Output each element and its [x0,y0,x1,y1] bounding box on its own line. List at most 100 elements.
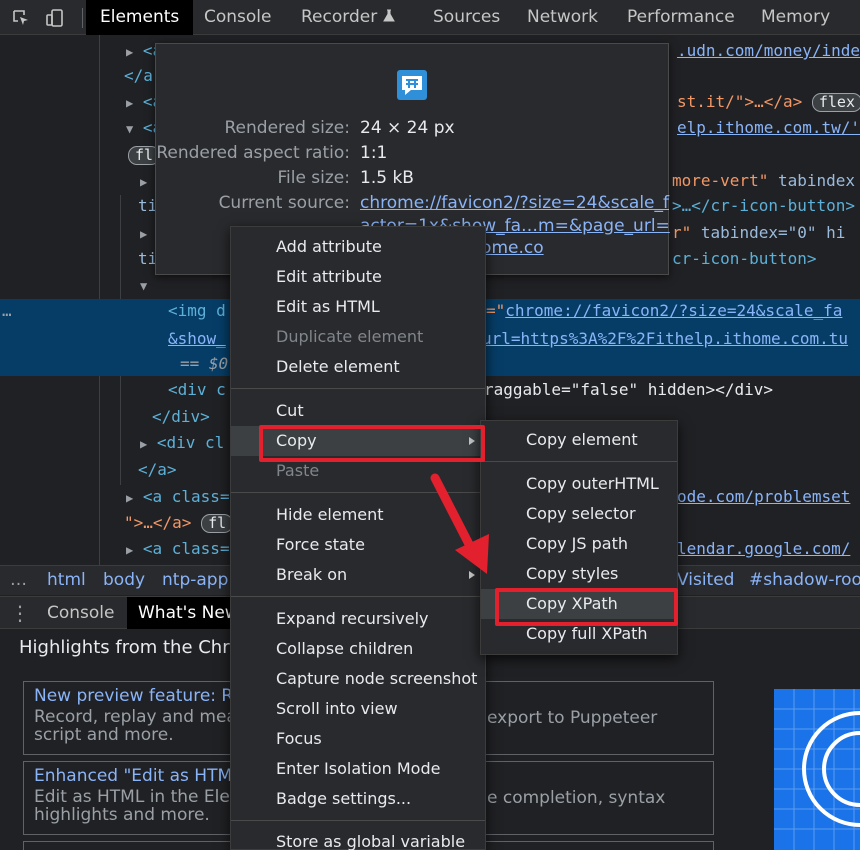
dom-line-text: <div cl [156,433,225,452]
preview-row-current-source: Current source: chrome://favicon2/?size=… [156,191,669,216]
dom-line[interactable]: </a> [138,457,177,482]
dom-line-text: hi [826,223,846,242]
breadcrumb-html[interactable]: html [47,570,86,590]
flex-badge[interactable]: flex [811,93,860,112]
copy-highlight-box [259,425,485,462]
dom-line-link[interactable]: elp.ithome.com.tw/' [677,115,860,140]
tab-sources[interactable]: Sources [433,0,500,35]
copy-xpath-highlight-box [495,588,678,626]
dom-line-text: <a class= [142,487,230,506]
menu-item-edit-as-html[interactable]: Edit as HTML [231,292,485,322]
favicon-preview-image [397,70,427,100]
preview-label: Current source: [218,193,350,213]
menu-item-enter-isolation-mode[interactable]: Enter Isolation Mode [231,754,485,784]
menu-item-copy-outerhtml[interactable]: Copy outerHTML [481,469,677,499]
favicon-src-link[interactable]: url=https%3A%2F%2Fithelp.ithome.com.tu [482,326,848,351]
dom-line[interactable]: ▼ [140,272,147,297]
breadcrumb-body[interactable]: body [103,570,145,590]
dom-line-tail[interactable]: >…</cr-icon-button> [672,193,855,218]
drawer-menu-icon[interactable]: ⋮ [10,601,30,625]
tab-memory[interactable]: Memory [761,0,830,35]
dom-line-link[interactable]: .udn.com/money/inde [677,38,860,63]
chrome-devtools-illustration [774,689,860,850]
dom-line-tail[interactable]: raggable="false" hidden></div> [484,377,773,402]
breadcrumb-shadow-root[interactable]: #shadow-roo [749,570,860,590]
card-desc-tail: e completion, syntax [487,788,666,808]
menu-item-duplicate-element: Duplicate element [276,327,424,346]
dom-line-tail[interactable]: st.it/">…</a> flex [677,89,860,114]
menu-item-copy-js-path[interactable]: Copy JS path [481,529,677,559]
favicon-src-link[interactable]: chrome://favicon2/?size=24&scale_fa [505,301,842,320]
menu-item-delete-element[interactable]: Delete element [231,352,485,382]
menu-separator [231,388,485,389]
menu-item-add-attribute[interactable]: Add attribute [231,232,485,262]
dom-line[interactable]: ">…</a> fl [124,510,234,535]
dom-line[interactable]: </div> [152,404,210,429]
preview-value: 1.5 kB [360,168,414,188]
device-toolbar-icon[interactable] [46,9,64,27]
dom-line-text: st.it/">…</a> [677,92,803,111]
tab-performance[interactable]: Performance [627,0,735,35]
card-title-link[interactable]: Enhanced "Edit as HTML [34,766,242,786]
dom-line[interactable]: <div c [168,377,226,402]
card-title-link[interactable]: New preview feature: Re [34,686,243,706]
devtools-tab-bar: Elements Console Recorder Sources Networ… [0,0,860,35]
tab-console[interactable]: Console [204,0,272,35]
dom-line[interactable]: </a [124,63,153,88]
preview-value: 24 × 24 px [360,118,455,138]
menu-separator [231,820,485,821]
dom-line-tail[interactable]: r" tabindex="0" hi [672,220,845,245]
menu-item-expand-recursively[interactable]: Expand recursively [231,604,485,634]
menu-item-collapse-children[interactable]: Collapse children [231,634,485,664]
dom-line-tail[interactable]: cr-icon-button> [672,246,817,271]
preview-row-aspect-ratio: Rendered aspect ratio: 1:1 [156,141,668,166]
menu-item-store-as-global-variable[interactable]: Store as global variable [231,827,485,850]
dom-line-link[interactable]: lendar.google.com/ [677,536,850,561]
menu-item-copy-selector[interactable]: Copy selector [481,499,677,529]
menu-item-edit-attribute[interactable]: Edit attribute [231,262,485,292]
selected-node-start[interactable]: <img d [168,298,226,323]
dom-line[interactable]: ▶ [140,220,147,245]
preview-label: Rendered aspect ratio: [156,143,350,163]
tab-network[interactable]: Network [527,0,598,35]
dom-line-link[interactable]: ode.com/problemset [677,484,850,509]
breadcrumb-overflow-dots[interactable]: … [10,570,27,590]
menu-separator [481,461,677,462]
menu-item-copy-element[interactable]: Copy element [481,425,677,455]
preview-value: 1:1 [360,143,388,163]
experiment-flask-icon [382,9,395,22]
whats-new-heading: Highlights from the Chrom [19,637,258,658]
dom-line-tail[interactable]: more-vert" tabindex [672,168,855,193]
dom-line-text: tabindex="0" [700,223,817,242]
drawer-tab-console[interactable]: Console [47,603,115,623]
dom-line-text: r" [672,223,692,242]
menu-item-copy-styles[interactable]: Copy styles [481,559,677,589]
tab-recorder[interactable]: Recorder [301,0,395,35]
flex-badge[interactable]: fl [201,514,234,533]
dom-line[interactable]: ▶ [140,168,147,193]
dom-line-text: =" [486,301,506,320]
console-ref-indicator: == $0 [180,354,229,373]
menu-item-scroll-into-view[interactable]: Scroll into view [231,694,485,724]
dom-line[interactable]: ▶ <a class= [126,484,230,509]
dom-line-text: ">…</a> [124,513,192,532]
inspect-element-icon[interactable] [12,9,30,27]
breadcrumb-visited[interactable]: Visited [677,570,734,590]
preview-label: File size: [277,168,350,188]
menu-item-focus[interactable]: Focus [231,724,485,754]
menu-item-cut[interactable]: Cut [231,396,485,426]
toolbar-divider [82,8,83,28]
menu-item-capture-node-screenshot[interactable]: Capture node screenshot [231,664,485,694]
selected-node-cont[interactable]: &show_ [168,326,226,351]
source-url-link[interactable]: chrome://favicon2/?size=24&scale_f [360,191,669,216]
selected-node-src[interactable]: ="chrome://favicon2/?size=24&scale_fa [486,298,842,323]
dom-line[interactable]: ▶ <div cl [140,430,224,455]
node-actions-dots[interactable]: … [2,298,12,323]
dom-line-text: more-vert" [672,171,769,190]
dom-line-text: <a class= [142,539,230,558]
preview-label: Rendered size: [224,118,351,138]
breadcrumb-ntp-app[interactable]: ntp-app [162,570,228,590]
tab-elements[interactable]: Elements [86,0,194,35]
dom-line[interactable]: ▶ <a class= [126,536,230,561]
menu-item-badge-settings[interactable]: Badge settings... [231,784,485,814]
